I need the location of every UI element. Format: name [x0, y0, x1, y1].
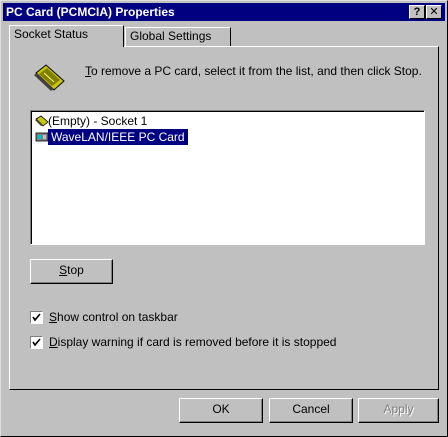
instruction-text-rest: o remove a PC card, select it from the l…	[91, 64, 422, 78]
display-warning-checkbox[interactable]: Display warning if card is removed befor…	[30, 335, 410, 352]
socket-status-panel: To remove a PC card, select it from the …	[9, 46, 439, 390]
window-title: PC Card (PCMCIA) Properties	[6, 5, 175, 19]
tab-global-settings[interactable]: Global Settings	[125, 27, 231, 46]
network-card-icon	[35, 132, 49, 142]
pc-card-list[interactable]: (Empty) - Socket 1 WaveLAN/IEEE PC Card	[30, 110, 425, 245]
instruction-text: To remove a PC card, select it from the …	[85, 64, 430, 79]
list-item-label: (Empty) - Socket 1	[48, 114, 148, 128]
close-button[interactable]: ✕	[426, 5, 442, 19]
checkbox-label: Display warning if card is removed befor…	[49, 335, 337, 349]
title-bar[interactable]: PC Card (PCMCIA) Properties ? ✕	[3, 3, 445, 21]
pc-card-icon	[35, 115, 49, 127]
help-button[interactable]: ?	[409, 5, 425, 19]
list-item-label: WaveLAN/IEEE PC Card	[48, 129, 188, 145]
pc-card-icon	[34, 64, 65, 91]
stop-button[interactable]: Stop	[30, 259, 113, 284]
checkbox-box[interactable]	[30, 311, 43, 324]
show-control-checkbox[interactable]: Show control on taskbar	[30, 310, 280, 327]
checkmark-icon	[32, 338, 41, 347]
cancel-button[interactable]: Cancel	[269, 398, 353, 423]
tab-socket-status[interactable]: Socket Status	[9, 25, 124, 47]
apply-button[interactable]: Apply	[358, 398, 439, 423]
list-item[interactable]: (Empty) - Socket 1	[33, 113, 193, 129]
ok-button[interactable]: OK	[179, 398, 263, 423]
list-item[interactable]: WaveLAN/IEEE PC Card	[33, 129, 313, 145]
checkbox-box[interactable]	[30, 336, 43, 349]
properties-dialog: PC Card (PCMCIA) Properties ? ✕ Socket S…	[0, 0, 448, 437]
checkbox-label: Show control on taskbar	[49, 310, 178, 324]
checkmark-icon	[32, 313, 41, 322]
